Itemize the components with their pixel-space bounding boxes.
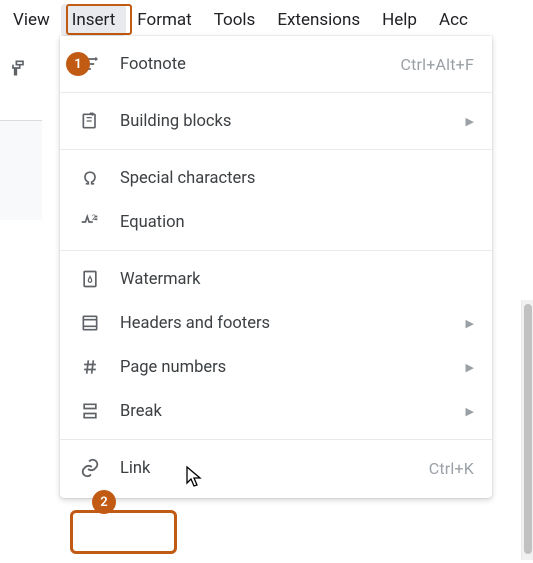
scrollbar-thumb[interactable] <box>524 304 532 554</box>
link-label: Link <box>120 459 429 478</box>
annotation-badge-1: 1 <box>66 52 90 76</box>
menu-item-equation[interactable]: 2 Equation <box>60 200 492 244</box>
chevron-right-icon: ▶ <box>466 361 474 374</box>
equation-label: Equation <box>120 213 474 232</box>
annotation-badge-2: 2 <box>92 490 116 514</box>
menu-help[interactable]: Help <box>371 4 428 36</box>
break-icon <box>78 399 102 423</box>
menu-extensions[interactable]: Extensions <box>266 4 371 36</box>
menu-item-link[interactable]: Link Ctrl+K <box>60 446 492 490</box>
link-highlight-box <box>70 510 177 554</box>
menu-item-page-numbers[interactable]: Page numbers ▶ <box>60 345 492 389</box>
divider <box>60 92 492 93</box>
chevron-right-icon: ▶ <box>466 317 474 330</box>
divider <box>60 439 492 440</box>
building-blocks-label: Building blocks <box>120 112 458 131</box>
paint-format-icon[interactable] <box>6 56 30 80</box>
menu-insert[interactable]: Insert <box>61 4 127 36</box>
menubar: View Insert Format Tools Extensions Help… <box>0 0 533 36</box>
watermark-icon <box>78 267 102 291</box>
equation-icon: 2 <box>78 210 102 234</box>
headers-footers-icon <box>78 311 102 335</box>
menu-item-building-blocks[interactable]: Building blocks ▶ <box>60 99 492 143</box>
menu-accessibility[interactable]: Acc <box>428 4 479 36</box>
watermark-label: Watermark <box>120 270 474 289</box>
chevron-right-icon: ▶ <box>466 115 474 128</box>
page-numbers-label: Page numbers <box>120 358 458 377</box>
omega-icon <box>78 166 102 190</box>
link-icon <box>78 456 102 480</box>
menu-item-break[interactable]: Break ▶ <box>60 389 492 433</box>
menu-view[interactable]: View <box>2 4 61 36</box>
toolbar-fragment <box>0 54 30 82</box>
menu-format[interactable]: Format <box>126 4 202 36</box>
insert-dropdown: Footnote Ctrl+Alt+F Building blocks ▶ Sp… <box>60 36 492 498</box>
menu-tools[interactable]: Tools <box>203 4 267 36</box>
break-label: Break <box>120 402 458 421</box>
menu-item-special-characters[interactable]: Special characters <box>60 156 492 200</box>
hash-icon <box>78 355 102 379</box>
footnote-shortcut: Ctrl+Alt+F <box>400 55 474 74</box>
scrollbar[interactable] <box>521 300 533 560</box>
menu-item-headers-footers[interactable]: Headers and footers ▶ <box>60 301 492 345</box>
headers-footers-label: Headers and footers <box>120 314 458 333</box>
menu-item-footnote[interactable]: Footnote Ctrl+Alt+F <box>60 42 492 86</box>
special-characters-label: Special characters <box>120 169 474 188</box>
svg-text:2: 2 <box>92 213 96 222</box>
link-shortcut: Ctrl+K <box>429 459 474 478</box>
document-edge <box>0 120 42 220</box>
divider <box>60 149 492 150</box>
chevron-right-icon: ▶ <box>466 405 474 418</box>
footnote-label: Footnote <box>120 55 400 74</box>
divider <box>60 250 492 251</box>
menu-item-watermark[interactable]: Watermark <box>60 257 492 301</box>
building-blocks-icon <box>78 109 102 133</box>
